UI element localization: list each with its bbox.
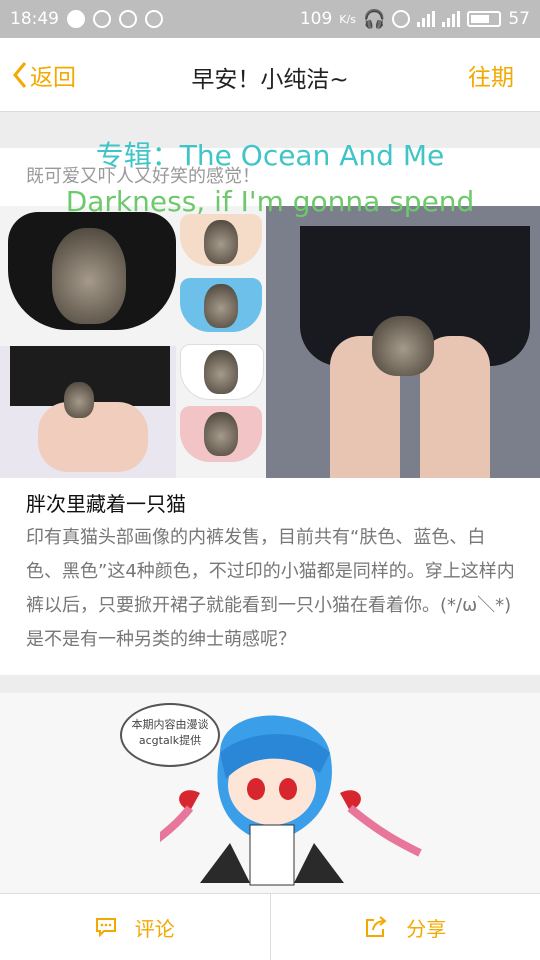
article-title: 胖次里藏着一只猫 [26,492,186,516]
bottom-bar: 评论 分享 [0,893,540,960]
illustration-card: 本期内容由漫谈acgtalk提供 [0,693,540,893]
signal-icon-2 [442,11,461,27]
battery-icon [467,11,502,27]
comment-button[interactable]: 评论 [0,894,270,960]
article-photo[interactable] [0,206,540,478]
photo-cat-face [64,382,94,418]
photo-cat-face [52,228,126,324]
headphone-icon: 🎧 [362,8,386,30]
comment-icon [95,918,116,937]
share-icon [366,916,387,937]
app-q-icon [93,10,111,28]
mascot-illustration [160,715,422,886]
share-button[interactable]: 分享 [271,894,540,960]
app-k-icon [67,10,85,28]
lyric-overlay: Darkness, if I'm gonna spend [65,185,475,218]
photo-cat-face [204,412,238,456]
article-description: 印有真猫头部画像的内裤发售，目前共有“肤色、蓝色、白色、黑色”这4种颜色，不过印… [26,527,515,650]
photo-cat-face [204,284,238,328]
comment-label: 评论 [134,916,175,941]
battery-level: 57 [508,9,530,29]
app-q-icon-2 [119,10,137,28]
network-speed: 109 [299,9,333,29]
signal-icon [417,11,436,27]
page-title: 早安！小纯洁~ [191,67,349,93]
nav-bar: 返回 早安！小纯洁~ 往期 [0,38,540,112]
album-overlay: 专辑：The Ocean And Me [95,139,445,172]
wifi-hotspot-icon [145,10,163,28]
clock: 18:49 [10,9,59,29]
archive-button[interactable]: 往期 [468,58,514,92]
article-card: 既可爱又吓人又好笑的感觉！ 胖次里藏着一只猫 印有真猫头部画像的内裤发售，目前共… [0,148,540,675]
share-label: 分享 [406,916,447,941]
photo-legs-left [38,402,148,472]
photo-cat-face [372,316,434,376]
alarm-icon [392,10,411,28]
status-bar: 18:49 109 K/s 🎧 57 [0,0,540,38]
photo-cat-face [204,220,238,264]
photo-cat-face [204,350,238,394]
network-speed-unit: K/s [339,12,356,26]
